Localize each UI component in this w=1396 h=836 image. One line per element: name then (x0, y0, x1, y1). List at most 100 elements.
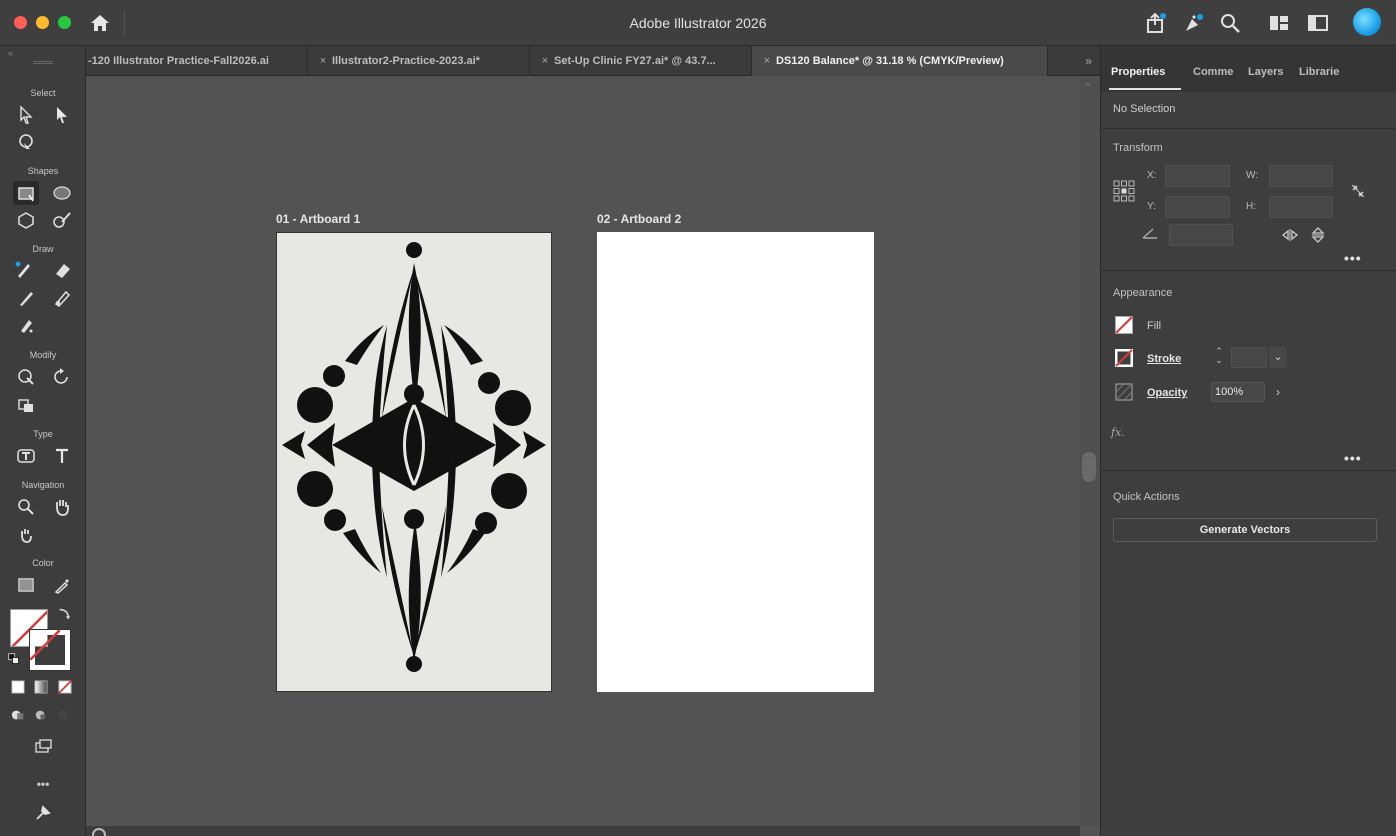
section-navigation: Navigation (21, 480, 65, 490)
workspace-icon[interactable] (1267, 11, 1291, 35)
ellipse-tool-icon[interactable] (49, 181, 75, 205)
opacity-icon (1115, 383, 1133, 401)
chevron-right-icon[interactable]: › (1269, 382, 1287, 402)
stroke-link[interactable]: Stroke (1147, 353, 1181, 365)
no-selection-label: No Selection (1113, 103, 1176, 115)
tab-comments[interactable]: Comme (1193, 66, 1233, 78)
stroke-swatch[interactable] (29, 629, 71, 671)
grip-icon[interactable] (33, 61, 53, 64)
anchor-point-tool-icon[interactable] (13, 314, 39, 338)
type-tool-icon[interactable] (49, 444, 75, 468)
draw-behind-icon[interactable] (32, 706, 50, 724)
y-field[interactable] (1165, 196, 1230, 218)
lasso-tool-icon[interactable] (13, 131, 39, 155)
placed-symmetric-artwork[interactable] (277, 233, 551, 691)
stroke-weight-field[interactable] (1231, 347, 1267, 368)
constrain-proportions-icon[interactable] (1349, 182, 1367, 200)
transform-more-button[interactable]: ••• (1344, 250, 1362, 266)
opacity-field[interactable]: 100% (1211, 382, 1265, 402)
canvas[interactable]: 01 - Artboard 1 02 - Artboard 2 (86, 76, 1080, 826)
artboard-1-label[interactable]: 01 - Artboard 1 (276, 212, 360, 226)
collapse-icon[interactable]: « (8, 48, 13, 58)
paintbrush-tool-icon[interactable] (13, 286, 39, 310)
draw-normal-icon[interactable] (9, 706, 27, 724)
tools-panel: « Select Shapes Draw Modify Type Navigat… (0, 46, 86, 836)
zoom-tool-icon[interactable] (13, 495, 39, 519)
tab-document-4[interactable]: × DS120 Balance* @ 31.18 % (CMYK/Preview) (752, 46, 1048, 76)
shaper-tool-icon[interactable] (49, 208, 75, 232)
stroke-weight-stepper[interactable]: ⌃ ⌄ (1213, 347, 1225, 367)
flip-horizontal-icon[interactable] (1281, 228, 1299, 242)
rectangle-tool-icon[interactable] (13, 181, 39, 205)
share-icon[interactable] (1144, 11, 1168, 35)
vertical-scrollbar[interactable]: ⌃ (1080, 76, 1100, 826)
y-label: Y: (1147, 201, 1156, 212)
swap-fill-stroke-icon[interactable] (56, 606, 72, 622)
artboard-2[interactable] (597, 232, 874, 692)
fill-color-swatch[interactable] (1115, 316, 1133, 334)
search-icon[interactable] (1218, 11, 1242, 35)
reference-point-icon[interactable] (1113, 180, 1135, 202)
scrollbar-thumb[interactable] (1082, 452, 1096, 482)
more-tabs-icon[interactable]: » (1085, 46, 1092, 76)
eyedropper-tool-icon[interactable] (49, 573, 75, 597)
x-field[interactable] (1165, 165, 1230, 187)
stroke-color-swatch[interactable] (1114, 348, 1134, 368)
gradient-swatch-icon[interactable] (32, 678, 50, 696)
pen-tool-icon[interactable] (11, 258, 37, 282)
panel-toggle-icon[interactable] (1306, 11, 1330, 35)
polygon-tool-icon[interactable] (13, 208, 39, 232)
more-tools-button[interactable]: ••• (0, 777, 86, 791)
x-label: X: (1147, 170, 1157, 181)
scroll-up-icon[interactable]: ⌃ (1084, 82, 1092, 93)
close-icon[interactable]: × (314, 46, 332, 76)
shape-builder-tool-icon[interactable] (13, 365, 39, 389)
tab-document-3[interactable]: × Set-Up Clinic FY27.ai* @ 43.7... (530, 46, 752, 76)
rotate-angle-icon (1141, 226, 1159, 240)
color-icon[interactable] (9, 678, 27, 696)
tab-libraries[interactable]: Librarie (1299, 66, 1339, 78)
generate-vectors-button[interactable]: Generate Vectors (1113, 518, 1377, 542)
puppet-warp-tool-icon[interactable] (13, 393, 39, 417)
active-tab-indicator (1109, 88, 1181, 90)
rotate-view-tool-icon[interactable] (13, 523, 39, 547)
h-field[interactable] (1269, 196, 1333, 218)
appearance-more-button[interactable]: ••• (1344, 450, 1362, 466)
artboard-1[interactable] (276, 232, 552, 692)
artboard-2-label[interactable]: 02 - Artboard 2 (597, 212, 681, 226)
fill-label: Fill (1147, 320, 1162, 332)
tab-layers[interactable]: Layers (1248, 66, 1283, 78)
touch-type-tool-icon[interactable] (13, 444, 39, 468)
discover-icon[interactable] (1182, 11, 1206, 35)
fx-icon[interactable]: fx. (1111, 426, 1125, 439)
none-swatch-icon[interactable] (56, 678, 74, 696)
chevron-down-icon[interactable]: ⌄ (1269, 347, 1287, 368)
transform-heading: Transform (1113, 142, 1163, 154)
status-icon (92, 828, 106, 836)
opacity-link[interactable]: Opacity (1147, 387, 1187, 399)
flip-vertical-icon[interactable] (1309, 226, 1327, 244)
gradient-tool-icon[interactable] (13, 573, 39, 597)
default-fill-stroke-icon[interactable] (6, 651, 22, 667)
divider (1103, 470, 1395, 471)
rotate-angle-field[interactable] (1169, 224, 1233, 246)
eraser-tool-icon[interactable] (49, 258, 75, 282)
w-field[interactable] (1269, 165, 1333, 187)
tab-document-2[interactable]: × Illustrator2-Practice-2023.ai* (308, 46, 530, 76)
user-avatar[interactable] (1353, 8, 1381, 36)
h-label: H: (1246, 201, 1256, 212)
tab-document-1[interactable]: -120 Illustrator Practice-Fall2026.ai (86, 46, 308, 76)
hand-tool-icon[interactable] (49, 495, 75, 519)
close-icon[interactable]: × (758, 46, 776, 76)
selection-tool-icon[interactable] (49, 103, 75, 127)
draw-inside-icon[interactable] (54, 706, 72, 724)
close-icon[interactable]: × (536, 46, 554, 76)
section-draw: Draw (32, 244, 54, 254)
tab-properties[interactable]: Properties (1111, 66, 1165, 78)
screen-mode-icon[interactable] (30, 734, 56, 758)
blob-brush-tool-icon[interactable] (49, 286, 75, 310)
section-type: Type (33, 429, 53, 439)
rotate-tool-icon[interactable] (49, 365, 75, 389)
direct-selection-tool-icon[interactable] (13, 103, 39, 127)
pin-icon[interactable] (30, 801, 56, 825)
